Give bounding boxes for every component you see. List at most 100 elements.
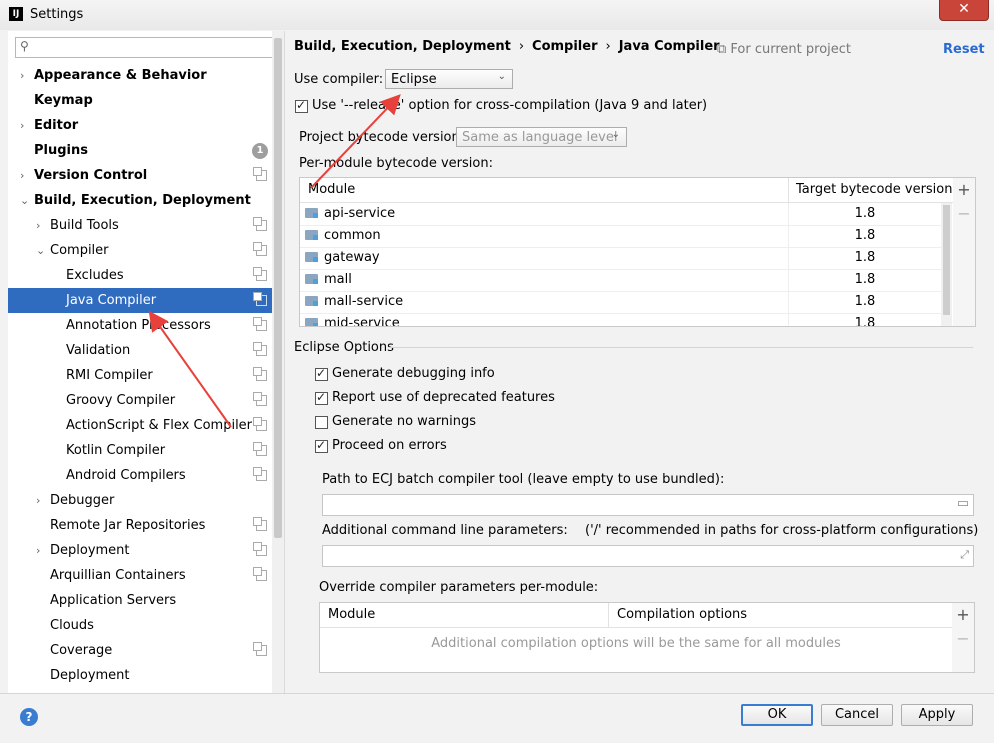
- search-input[interactable]: ⚲: [15, 37, 277, 58]
- add-icon[interactable]: +: [953, 180, 975, 199]
- table-scrollbar[interactable]: [941, 203, 952, 326]
- bytecode-version-label: Project bytecode version:: [299, 130, 465, 145]
- target-version[interactable]: 1.8: [789, 291, 941, 313]
- sidebar-item-label: ActionScript & Flex Compiler: [66, 418, 253, 433]
- remove-icon[interactable]: −: [952, 629, 974, 648]
- sidebar-item[interactable]: Java Compiler: [8, 288, 284, 313]
- module-name: api-service: [324, 206, 396, 221]
- use-compiler-label: Use compiler:: [294, 72, 384, 87]
- compiler-select[interactable]: Eclipse ⌄: [385, 69, 513, 89]
- release-option-checkbox[interactable]: [295, 98, 308, 113]
- sidebar-item[interactable]: Coverage: [8, 638, 284, 663]
- sidebar-item[interactable]: ActionScript & Flex Compiler: [8, 413, 284, 438]
- sidebar-item[interactable]: Remote Jar Repositories: [8, 513, 284, 538]
- module-table-toolbar: + −: [953, 177, 976, 327]
- sidebar-item[interactable]: ⌄ Compiler: [8, 238, 284, 263]
- tree-scrollbar-thumb[interactable]: [274, 38, 282, 538]
- table-row[interactable]: mid-service 1.8: [300, 313, 941, 326]
- cancel-button[interactable]: Cancel: [821, 704, 893, 726]
- module-folder-icon: [305, 230, 318, 240]
- sidebar-item[interactable]: › Debugger: [8, 488, 284, 513]
- column-header-target[interactable]: Target bytecode version: [796, 178, 953, 202]
- sidebar-item-label: Editor: [34, 118, 79, 133]
- add-icon[interactable]: +: [952, 605, 974, 624]
- title-bar: IJ Settings ✕: [0, 0, 994, 30]
- sidebar-item-label: Kotlin Compiler: [66, 443, 166, 458]
- sidebar-item[interactable]: Deployment: [8, 663, 284, 688]
- project-scope-icon: [253, 467, 267, 481]
- table-row[interactable]: common 1.8: [300, 225, 941, 248]
- eclipse-option-checkbox[interactable]: [315, 390, 328, 405]
- table-row[interactable]: gateway 1.8: [300, 247, 941, 270]
- sidebar-item[interactable]: › Editor: [8, 113, 284, 138]
- project-scope-icon: [253, 342, 267, 356]
- sidebar-item[interactable]: Android Compilers: [8, 463, 284, 488]
- target-version[interactable]: 1.8: [789, 247, 941, 269]
- column-header-options[interactable]: Compilation options: [617, 603, 747, 627]
- chevron-right-icon[interactable]: ›: [20, 163, 30, 188]
- sidebar-item[interactable]: Validation: [8, 338, 284, 363]
- table-row[interactable]: api-service 1.8: [300, 203, 941, 226]
- column-header-module[interactable]: Module: [328, 603, 375, 627]
- eclipse-option-checkbox[interactable]: [315, 438, 328, 453]
- intellij-logo-icon: IJ: [9, 7, 23, 21]
- chevron-down-icon[interactable]: ⌄: [20, 188, 30, 213]
- table-scrollbar-thumb[interactable]: [943, 205, 950, 315]
- chevron-right-icon[interactable]: ›: [36, 488, 46, 513]
- chevron-right-icon[interactable]: ›: [20, 113, 30, 138]
- table-row[interactable]: mall-service 1.8: [300, 291, 941, 314]
- sidebar-item[interactable]: › Deployment: [8, 538, 284, 563]
- sidebar-item[interactable]: › Build Tools: [8, 213, 284, 238]
- sidebar-item[interactable]: RMI Compiler: [8, 363, 284, 388]
- cmd-params-hint: ('/' recommended in paths for cross-plat…: [585, 523, 979, 538]
- folder-open-icon[interactable]: ▭: [957, 496, 969, 511]
- sidebar-item-label: Android Compilers: [66, 468, 186, 483]
- sidebar-item[interactable]: › Appearance & Behavior: [8, 63, 284, 88]
- eclipse-option-checkbox[interactable]: [315, 366, 328, 381]
- chevron-right-icon[interactable]: ›: [20, 63, 30, 88]
- sidebar-item[interactable]: Clouds: [8, 613, 284, 638]
- bytecode-version-select[interactable]: Same as language level ⌄: [456, 127, 627, 147]
- help-icon[interactable]: ?: [20, 708, 38, 726]
- sidebar-item[interactable]: › Version Control: [8, 163, 284, 188]
- ok-button[interactable]: OK: [741, 704, 813, 726]
- settings-window: IJ Settings ✕ ⚲ › Appearance & Behavior Ke…: [0, 0, 994, 743]
- close-button[interactable]: ✕: [939, 0, 989, 21]
- remove-icon[interactable]: −: [953, 204, 975, 223]
- project-scope-icon: [253, 542, 267, 556]
- sidebar-item-label: Appearance & Behavior: [34, 68, 207, 83]
- column-header-module[interactable]: Module: [308, 178, 355, 202]
- release-option-label: Use '--release' option for cross-compila…: [312, 98, 708, 113]
- section-divider: [389, 347, 973, 348]
- sidebar-item[interactable]: Plugins 1: [8, 138, 284, 163]
- sidebar-item[interactable]: Arquillian Containers: [8, 563, 284, 588]
- module-bytecode-table: Module Target bytecode version api-servi…: [299, 177, 954, 327]
- sidebar-item[interactable]: Excludes: [8, 263, 284, 288]
- reset-link[interactable]: Reset: [943, 42, 985, 57]
- sidebar-item-label: Plugins: [34, 143, 88, 158]
- project-scope-icon: [253, 317, 267, 331]
- eclipse-option-checkbox[interactable]: [315, 416, 328, 429]
- target-version[interactable]: 1.8: [789, 225, 941, 247]
- sidebar-item-label: Deployment: [50, 668, 130, 683]
- sidebar-item[interactable]: Application Servers: [8, 588, 284, 613]
- chevron-right-icon[interactable]: ›: [36, 213, 46, 238]
- sidebar-item[interactable]: Annotation Processors: [8, 313, 284, 338]
- breadcrumb-item: Build, Execution, Deployment: [294, 39, 511, 54]
- apply-button[interactable]: Apply: [901, 704, 973, 726]
- table-row[interactable]: mall 1.8: [300, 269, 941, 292]
- ecj-path-input[interactable]: ▭: [322, 494, 974, 516]
- breadcrumb-separator: ›: [518, 39, 525, 54]
- target-version[interactable]: 1.8: [789, 203, 941, 225]
- chevron-down-icon[interactable]: ⌄: [36, 238, 46, 263]
- expand-icon[interactable]: ⤢: [960, 548, 969, 562]
- cmd-params-input[interactable]: ⤢: [322, 545, 974, 567]
- target-version[interactable]: 1.8: [789, 313, 941, 326]
- sidebar-item[interactable]: Keymap: [8, 88, 284, 113]
- module-name: gateway: [324, 250, 380, 265]
- sidebar-item[interactable]: Groovy Compiler: [8, 388, 284, 413]
- chevron-right-icon[interactable]: ›: [36, 538, 46, 563]
- target-version[interactable]: 1.8: [789, 269, 941, 291]
- sidebar-item[interactable]: ⌄ Build, Execution, Deployment: [8, 188, 284, 213]
- sidebar-item[interactable]: Kotlin Compiler: [8, 438, 284, 463]
